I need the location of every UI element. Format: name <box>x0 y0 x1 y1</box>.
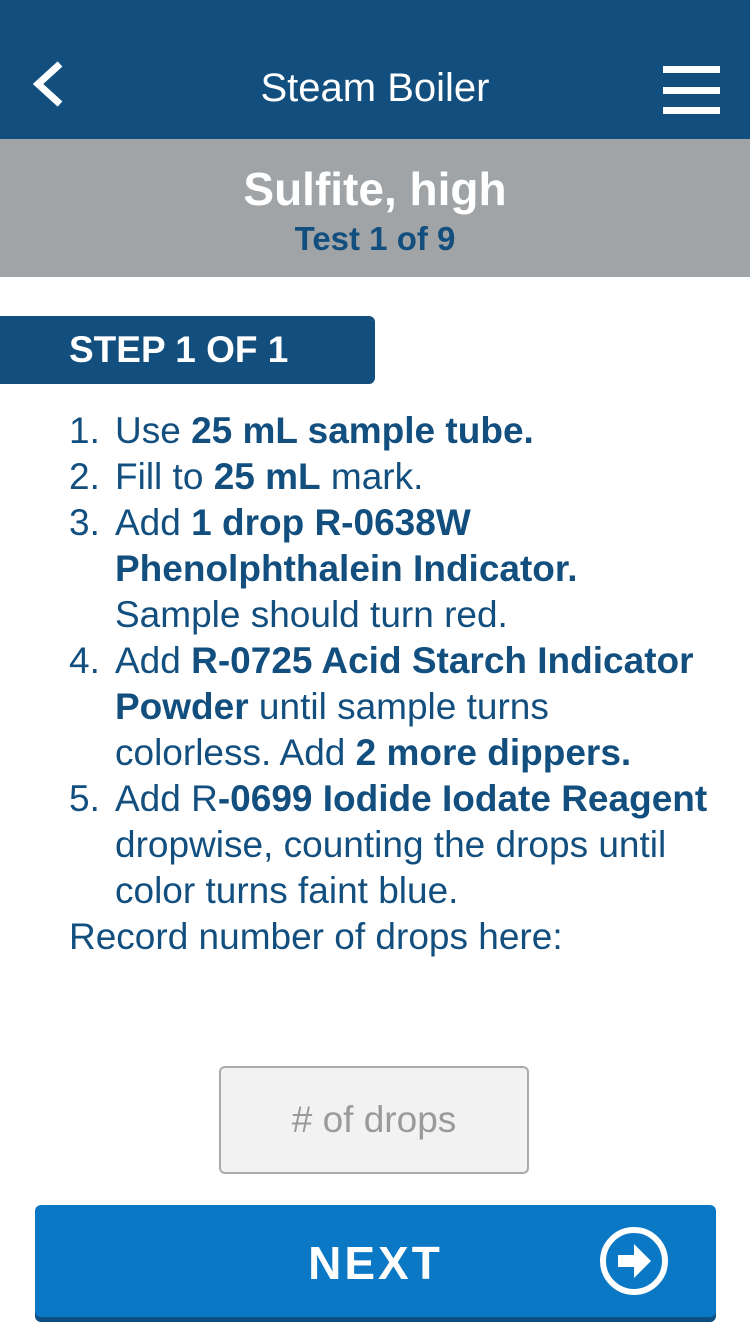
screen-title: Steam Boiler <box>260 66 490 110</box>
record-drops-label: Record number of drops here: <box>69 916 563 957</box>
instruction-number: 4. <box>69 640 100 681</box>
instruction-text: Add 1 drop R-0638W Phenolphthalein Indic… <box>115 500 709 638</box>
instruction-number: 1. <box>69 410 100 451</box>
instruction-segment: dropwise, counting the drops until color… <box>115 824 667 911</box>
instruction-number: 2. <box>69 456 100 497</box>
test-header: Sulfite, high Test 1 of 9 <box>0 139 750 277</box>
instruction-item: 5. Add R-0699 Iodide Iodate Reagent dropw… <box>69 776 709 914</box>
instruction-emphasis: 25 mL sample tube. <box>191 410 534 451</box>
instruction-item: 1. Use 25 mL sample tube. <box>69 408 709 454</box>
instruction-list: 1. Use 25 mL sample tube. 2. Fill to 25 mL … <box>69 408 709 960</box>
step-banner: STEP 1 OF 1 <box>0 316 375 384</box>
instruction-segment: Add <box>115 640 192 681</box>
instruction-segment: Add R <box>115 778 218 819</box>
instruction-segment: Use <box>115 410 192 451</box>
instruction-item: 4. Add R-0725 Acid Starch Indicator Powde… <box>69 638 709 776</box>
next-button[interactable]: NEXT <box>35 1205 716 1317</box>
instruction-segment: mark. <box>320 456 424 497</box>
instruction-text: Fill to 25 mL mark. <box>115 454 709 500</box>
instruction-segment: Add <box>115 502 192 543</box>
top-nav-bar: Steam Boiler <box>0 0 750 139</box>
instruction-segment: Fill to <box>115 456 214 497</box>
app-screen: Steam Boiler Sulfite, high Test 1 of 9 S… <box>0 0 750 1334</box>
test-name: Sulfite, high <box>243 163 507 215</box>
instruction-text: Add R-0699 Iodide Iodate Reagent dropwis… <box>115 776 709 914</box>
instruction-emphasis: 25 mL <box>213 456 321 497</box>
arrow-right-circle-icon <box>600 1227 668 1295</box>
instruction-item: 3. Add 1 drop R-0638W Phenolphthalein Ind… <box>69 500 709 638</box>
instruction-number: 5. <box>69 778 100 819</box>
instruction-number: 3. <box>69 502 100 543</box>
drops-count-input[interactable] <box>219 1066 529 1174</box>
instruction-item: 2. Fill to 25 mL mark. <box>69 454 709 500</box>
instruction-text: Use 25 mL sample tube. <box>115 408 709 454</box>
instruction-emphasis: 2 more dippers. <box>355 732 632 773</box>
menu-button[interactable] <box>650 60 730 120</box>
instruction-emphasis: -0699 Iodide Iodate Reagent <box>217 778 708 819</box>
test-count: Test 1 of 9 <box>294 220 456 257</box>
instruction-segment: Sample should turn red. <box>115 594 508 635</box>
instruction-text: Add R-0725 Acid Starch Indicator Powder … <box>115 638 709 776</box>
